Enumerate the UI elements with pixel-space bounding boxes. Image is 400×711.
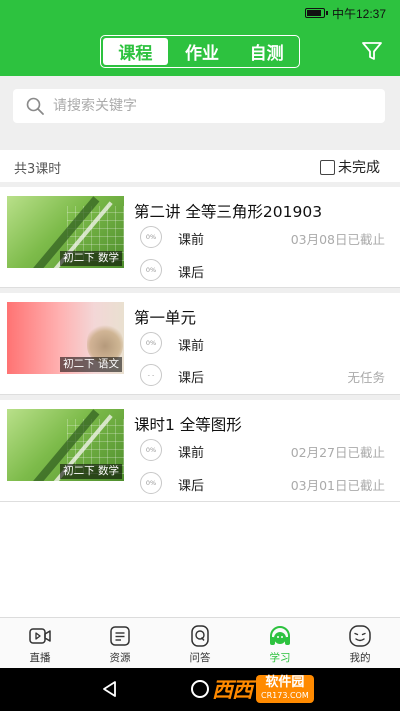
- question-icon: [191, 625, 209, 647]
- course-thumbnail: 初二下 语文: [7, 302, 124, 374]
- tab-courses[interactable]: 课程: [103, 38, 168, 65]
- face-icon: [349, 625, 371, 647]
- lesson-count: 共3课时: [14, 162, 62, 177]
- progress-circle: 0%: [140, 472, 162, 494]
- status-bar: 中午12:37: [0, 0, 400, 26]
- tab-label: 我的: [349, 652, 371, 664]
- tab-label: 问答: [189, 652, 211, 664]
- search-area: [0, 76, 400, 150]
- task-label: 课后: [178, 479, 205, 494]
- task-row[interactable]: 0% 课前: [140, 332, 390, 356]
- task-status: 无任务: [347, 370, 385, 385]
- tab-label: 学习: [269, 652, 291, 664]
- summary-row: 共3课时 未完成: [0, 150, 400, 182]
- task-row[interactable]: 0% 课前 03月08日已截止: [140, 226, 390, 250]
- document-icon: [110, 626, 130, 646]
- task-row[interactable]: - - 课后 无任务: [140, 364, 390, 388]
- task-label: 课后: [178, 371, 205, 386]
- watermark-badge: 软件园 CR173.COM: [256, 675, 314, 703]
- task-status: 03月08日已截止: [290, 232, 385, 247]
- battery-icon: [305, 8, 328, 18]
- course-title: 课时1 全等图形: [134, 416, 242, 434]
- progress-circle: - -: [140, 364, 162, 386]
- tab-study[interactable]: 学习: [240, 618, 320, 669]
- course-thumbnail: 初二下 数学: [7, 409, 124, 481]
- watermark-logo: 西西 软件园 CR173.COM: [212, 672, 314, 706]
- progress-circle: 0%: [140, 226, 162, 248]
- task-label: 课前: [178, 339, 205, 354]
- task-status: 02月27日已截止: [290, 445, 385, 460]
- incomplete-label: 未完成: [338, 160, 380, 176]
- course-title: 第一单元: [134, 309, 197, 327]
- tab-homework[interactable]: 作业: [170, 36, 235, 67]
- filter-icon[interactable]: [361, 40, 383, 62]
- tab-label: 直播: [29, 652, 51, 664]
- tab-live[interactable]: 直播: [0, 618, 80, 669]
- tab-mine[interactable]: 我的: [320, 618, 400, 669]
- status-time: 中午12:37: [332, 7, 387, 21]
- watermark-logo-text: 西西: [212, 678, 253, 702]
- course-item[interactable]: 初二下 数学 第二讲 全等三角形201903 0% 课前 03月08日已截止 0…: [0, 187, 400, 287]
- task-row[interactable]: 0% 课前 02月27日已截止: [140, 439, 390, 463]
- tab-label: 资源: [109, 652, 131, 664]
- course-title: 第二讲 全等三角形201903: [134, 203, 323, 221]
- home-icon[interactable]: [191, 680, 209, 698]
- divider: [0, 501, 400, 502]
- progress-circle: 0%: [140, 439, 162, 461]
- progress-circle: 0%: [140, 332, 162, 354]
- course-item[interactable]: 初二下 数学 课时1 全等图形 0% 课前 02月27日已截止 0% 课后 03…: [0, 400, 400, 500]
- headphones-icon: [270, 626, 290, 645]
- app-header: 课程 作业 自测: [0, 26, 400, 76]
- tab-resources[interactable]: 资源: [80, 618, 160, 669]
- task-row[interactable]: 0% 课后 03月01日已截止: [140, 472, 390, 496]
- course-thumbnail: 初二下 数学: [7, 196, 124, 268]
- task-row[interactable]: 0% 课后: [140, 259, 390, 283]
- task-label: 课前: [178, 233, 205, 248]
- tab-qa[interactable]: 问答: [160, 618, 240, 669]
- segmented-tabs: 课程 作业 自测: [100, 35, 300, 68]
- watermark-name: 软件园: [265, 675, 305, 690]
- tab-self-test[interactable]: 自测: [234, 36, 299, 67]
- task-status: 03月01日已截止: [290, 478, 385, 493]
- task-label: 课后: [178, 266, 205, 281]
- back-icon[interactable]: [101, 680, 119, 698]
- progress-circle: 0%: [140, 259, 162, 281]
- search-box[interactable]: [13, 89, 385, 123]
- search-icon: [26, 97, 44, 115]
- incomplete-checkbox[interactable]: [320, 159, 335, 175]
- task-label: 课前: [178, 446, 205, 461]
- video-icon: [29, 628, 51, 644]
- course-tag: 初二下 数学: [60, 464, 122, 479]
- bottom-tab-bar: 直播 资源 问答 学习 我的: [0, 617, 400, 669]
- course-item[interactable]: 初二下 语文 第一单元 0% 课前 - - 课后 无任务: [0, 293, 400, 393]
- course-tag: 初二下 语文: [60, 357, 122, 372]
- system-nav-bar: 西西 软件园 CR173.COM: [0, 668, 400, 711]
- watermark-domain: CR173.COM: [261, 691, 309, 700]
- course-tag: 初二下 数学: [60, 251, 122, 266]
- incomplete-filter[interactable]: 未完成: [320, 157, 380, 177]
- search-input[interactable]: [53, 89, 373, 123]
